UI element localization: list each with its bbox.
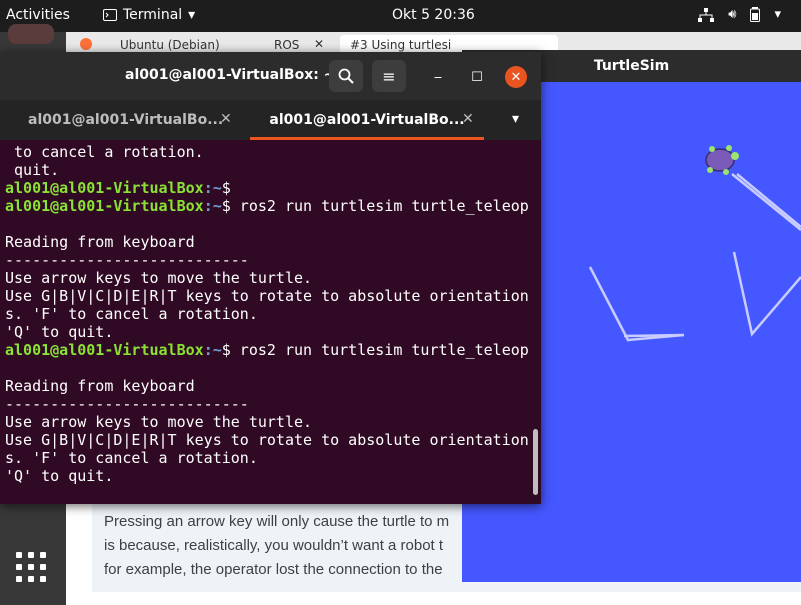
- maximize-icon: ☐: [471, 69, 483, 85]
- prompt-sign: $: [221, 179, 231, 197]
- output-line: 'Q' to quit.: [5, 323, 114, 341]
- prompt-user: al001@al001-VirtualBox: [5, 341, 204, 359]
- output-line: ---------------------------: [5, 395, 249, 413]
- close-icon: ✕: [510, 69, 522, 85]
- output-line: Reading from keyboard: [5, 377, 195, 395]
- prompt-user: al001@al001-VirtualBox: [5, 179, 204, 197]
- browser-tab[interactable]: Ubuntu (Debian): [120, 38, 220, 52]
- clock[interactable]: Okt 5 20:36: [392, 7, 475, 23]
- hamburger-icon: ≡: [382, 66, 396, 86]
- prompt-user: al001@al001-VirtualBox: [5, 197, 204, 215]
- terminal-title: al001@al001-VirtualBox: ~: [125, 67, 336, 83]
- maximize-button[interactable]: ☐: [466, 66, 488, 88]
- output-line: Use arrow keys to move the turtle.: [5, 413, 313, 431]
- prompt-sign: $: [221, 197, 231, 215]
- output-line: s. 'F' to cancel a rotation.: [5, 305, 258, 323]
- network-icon: [698, 7, 715, 22]
- terminal-tab-active[interactable]: al001@al001-VirtualBo...: [250, 100, 484, 140]
- activities-button[interactable]: Activities: [6, 7, 70, 23]
- app-menu-label: Terminal: [123, 7, 183, 23]
- output-line: Reading from keyboard: [5, 233, 195, 251]
- prompt-path: :~: [203, 179, 222, 197]
- volume-icon: 🔊︎: [728, 7, 737, 22]
- output-line: Use G|B|V|C|D|E|R|T keys to rotate to ab…: [5, 287, 529, 305]
- output-line: Use arrow keys to move the turtle.: [5, 269, 313, 287]
- command-text: ros2 run turtlesim turtle_teleop: [230, 341, 529, 359]
- battery-icon: [750, 7, 761, 22]
- output-line: s. 'F' to cancel a rotation.: [5, 449, 258, 467]
- app-menu[interactable]: Terminal ▾: [103, 7, 195, 23]
- scrollbar-thumb[interactable]: [533, 429, 538, 495]
- paragraph-line: for example, the operator lost the conne…: [104, 561, 443, 578]
- turtle-icon: [705, 145, 739, 175]
- chevron-down-icon: ▾: [188, 7, 196, 23]
- minimize-button[interactable]: ‒: [427, 66, 449, 88]
- terminal-titlebar[interactable]: al001@al001-VirtualBox: ~ ≡ ‒ ☐ ✕: [0, 52, 541, 100]
- chevron-down-icon: ▾: [774, 7, 781, 22]
- top-bar: Activities Terminal ▾ Okt 5 20:36 🔊︎ ▾: [0, 0, 801, 32]
- output-line: 'Q' to quit.: [5, 467, 114, 485]
- terminal-tabs: al001@al001-VirtualBo... ✕ al001@al001-V…: [0, 100, 541, 140]
- turtle-trail: [588, 173, 801, 342]
- firefox-icon: [80, 38, 92, 50]
- close-button[interactable]: ✕: [505, 66, 527, 88]
- terminal-window[interactable]: al001@al001-VirtualBox: ~ ≡ ‒ ☐ ✕ al001@…: [0, 52, 541, 504]
- terminal-text: to cancel a rotation. quit. al001@al001-…: [0, 140, 530, 485]
- tabs-dropdown-chevron-icon[interactable]: ▾: [512, 111, 519, 127]
- close-icon[interactable]: ✕: [314, 37, 324, 51]
- terminal-app-icon: [103, 9, 117, 21]
- prompt-sign: $: [221, 341, 231, 359]
- apps-grid-icon: [16, 552, 46, 582]
- prompt-path: :~: [203, 197, 222, 215]
- system-tray[interactable]: 🔊︎ ▾: [698, 7, 781, 22]
- search-icon: [338, 68, 354, 84]
- output-line: to cancel a rotation.: [5, 143, 204, 161]
- search-button[interactable]: [329, 60, 363, 92]
- terminal-output[interactable]: to cancel a rotation. quit. al001@al001-…: [0, 140, 530, 504]
- close-icon[interactable]: ✕: [220, 111, 232, 127]
- output-line: quit.: [5, 161, 60, 179]
- paragraph-line: is because, realistically, you wouldn’t …: [104, 537, 444, 554]
- menu-button[interactable]: ≡: [372, 60, 406, 92]
- command-text: ros2 run turtlesim turtle_teleop: [230, 197, 529, 215]
- paragraph-line: Pressing an arrow key will only cause th…: [104, 513, 450, 530]
- output-line: Use G|B|V|C|D|E|R|T keys to rotate to ab…: [5, 431, 529, 449]
- output-line: ---------------------------: [5, 251, 249, 269]
- terminal-tab-label: al001@al001-VirtualBo...: [269, 112, 465, 128]
- terminal-tab[interactable]: al001@al001-VirtualBo...: [28, 100, 228, 140]
- show-applications-button[interactable]: [8, 544, 54, 590]
- terminal-tab-label: al001@al001-VirtualBo...: [28, 112, 224, 128]
- prompt-path: :~: [203, 341, 222, 359]
- close-icon[interactable]: ✕: [462, 111, 474, 127]
- browser-tab[interactable]: ROS: [274, 38, 299, 52]
- dock-item-partial[interactable]: [8, 24, 54, 44]
- minimize-icon: ‒: [433, 69, 443, 85]
